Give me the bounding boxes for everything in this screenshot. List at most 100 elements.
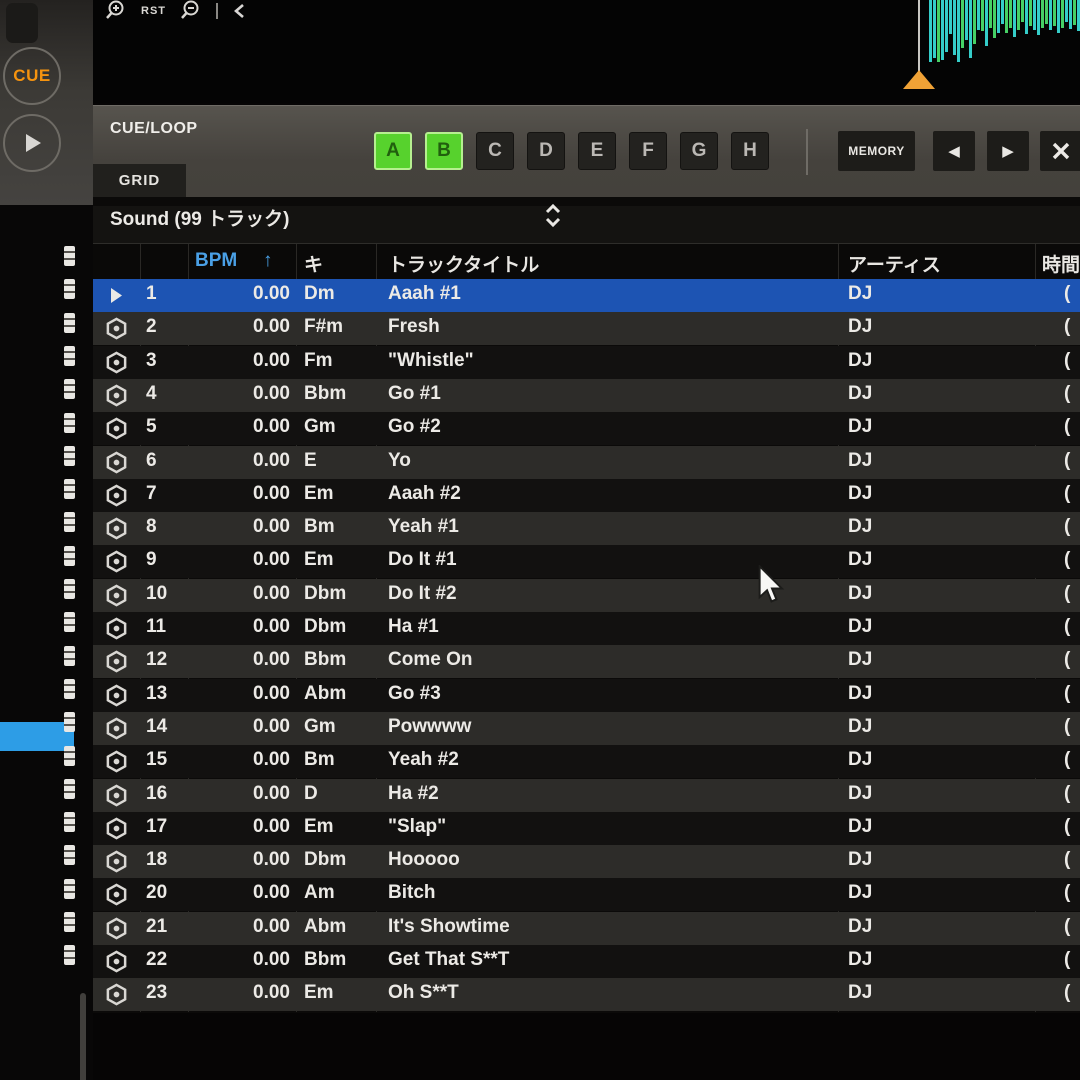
chevron-left-icon[interactable] <box>232 1 248 21</box>
tab-grid[interactable]: GRID <box>93 164 186 197</box>
track-bpm: 0.00 <box>193 949 290 971</box>
track-title: Yeah #1 <box>388 516 459 538</box>
panel-title: CUE/LOOP <box>110 120 198 138</box>
tree-item-handle <box>64 945 75 965</box>
track-row[interactable]: 21 0.00 Abm It's Showtime DJ ( <box>93 912 1080 945</box>
track-number: 20 <box>146 882 167 904</box>
track-time: ( <box>1064 283 1070 305</box>
track-row[interactable]: 5 0.00 Gm Go #2 DJ ( <box>93 412 1080 445</box>
tree-selection-bar[interactable] <box>0 722 74 751</box>
track-analyzed-icon <box>105 784 128 807</box>
track-row[interactable]: 4 0.00 Bbm Go #1 DJ ( <box>93 379 1080 412</box>
track-title: Yo <box>388 450 411 472</box>
zoom-out-icon[interactable] <box>180 0 202 22</box>
track-time: ( <box>1064 882 1070 904</box>
track-analyzed-icon <box>105 451 128 474</box>
track-key: Abm <box>304 683 346 705</box>
memory-button[interactable]: MEMORY <box>838 131 915 171</box>
track-number: 17 <box>146 816 167 838</box>
sort-toggle-icon[interactable] <box>543 202 563 230</box>
deck-knob[interactable] <box>6 3 38 43</box>
cue-button[interactable]: CUE <box>3 47 61 105</box>
column-header-bpm[interactable]: BPM <box>195 250 237 272</box>
column-header-key[interactable]: キ <box>304 250 323 277</box>
track-analyzed-icon <box>105 484 128 507</box>
track-artist: DJ <box>848 483 872 505</box>
hotcue-button-g[interactable]: G <box>680 132 718 170</box>
track-analyzed-icon <box>105 517 128 540</box>
track-analyzed-icon <box>105 584 128 607</box>
track-time: ( <box>1064 683 1070 705</box>
track-row[interactable]: 18 0.00 Dbm Hooooo DJ ( <box>93 845 1080 878</box>
hotcue-bank: ABCDEFGH <box>374 132 769 170</box>
zoom-reset-button[interactable]: RST <box>141 5 166 17</box>
hotcue-button-f[interactable]: F <box>629 132 667 170</box>
track-time: ( <box>1064 383 1070 405</box>
track-bpm: 0.00 <box>193 916 290 938</box>
hotcue-button-c[interactable]: C <box>476 132 514 170</box>
track-number: 18 <box>146 849 167 871</box>
track-artist: DJ <box>848 849 872 871</box>
track-row[interactable]: 20 0.00 Am Bitch DJ ( <box>93 878 1080 911</box>
track-time: ( <box>1064 916 1070 938</box>
prev-memory-button[interactable]: ◀ <box>933 131 975 171</box>
track-row[interactable]: 23 0.00 Em Oh S**T DJ ( <box>93 978 1080 1011</box>
track-row[interactable]: 6 0.00 E Yo DJ ( <box>93 446 1080 479</box>
tree-item-handle <box>64 746 75 766</box>
track-key: Em <box>304 982 334 1004</box>
track-number: 23 <box>146 982 167 1004</box>
close-button[interactable] <box>1040 131 1080 171</box>
next-memory-button[interactable]: ▶ <box>987 131 1029 171</box>
tree-item-handle <box>64 845 75 865</box>
track-time: ( <box>1064 516 1070 538</box>
track-row[interactable]: 3 0.00 Fm "Whistle" DJ ( <box>93 346 1080 379</box>
track-artist: DJ <box>848 616 872 638</box>
track-bpm: 0.00 <box>193 416 290 438</box>
track-time: ( <box>1064 316 1070 338</box>
track-row[interactable]: 13 0.00 Abm Go #3 DJ ( <box>93 679 1080 712</box>
track-row[interactable]: 8 0.00 Bm Yeah #1 DJ ( <box>93 512 1080 545</box>
column-header-time[interactable]: 時間 <box>1042 250 1080 277</box>
track-bpm: 0.00 <box>193 316 290 338</box>
track-row[interactable]: 2 0.00 F#m Fresh DJ ( <box>93 312 1080 345</box>
track-row[interactable]: 15 0.00 Bm Yeah #2 DJ ( <box>93 745 1080 778</box>
track-row[interactable]: 12 0.00 Bbm Come On DJ ( <box>93 645 1080 678</box>
track-row[interactable]: 7 0.00 Em Aaah #2 DJ ( <box>93 479 1080 512</box>
track-time: ( <box>1064 716 1070 738</box>
track-row[interactable]: 17 0.00 Em "Slap" DJ ( <box>93 812 1080 845</box>
track-key: Bbm <box>304 949 346 971</box>
track-row[interactable]: 10 0.00 Dbm Do It #2 DJ ( <box>93 579 1080 612</box>
hotcue-button-e[interactable]: E <box>578 132 616 170</box>
track-analyzed-icon <box>105 983 128 1006</box>
track-row[interactable]: 14 0.00 Gm Powwww DJ ( <box>93 712 1080 745</box>
hotcue-button-a[interactable]: A <box>374 132 412 170</box>
track-number: 9 <box>146 549 157 571</box>
waveform-preview[interactable] <box>929 0 1080 62</box>
play-button[interactable] <box>3 114 61 172</box>
track-row[interactable]: 1 0.00 Dm Aaah #1 DJ ( <box>93 279 1080 312</box>
track-key: Fm <box>304 350 333 372</box>
zoom-in-icon[interactable] <box>105 0 127 22</box>
track-row[interactable]: 22 0.00 Bbm Get That S**T DJ ( <box>93 945 1080 978</box>
track-number: 13 <box>146 683 167 705</box>
track-analyzed-icon <box>105 684 128 707</box>
hotcue-button-h[interactable]: H <box>731 132 769 170</box>
track-title: Go #3 <box>388 683 441 705</box>
hotcue-button-d[interactable]: D <box>527 132 565 170</box>
track-row[interactable]: 11 0.00 Dbm Ha #1 DJ ( <box>93 612 1080 645</box>
track-artist: DJ <box>848 283 872 305</box>
track-row[interactable]: 9 0.00 Em Do It #1 DJ ( <box>93 545 1080 578</box>
tree-item-handle <box>64 313 75 333</box>
track-artist: DJ <box>848 949 872 971</box>
track-row[interactable]: 16 0.00 D Ha #2 DJ ( <box>93 779 1080 812</box>
cue-loop-panel: CUE/LOOP ABCDEFGH MEMORY ◀ ▶ <box>93 105 1080 197</box>
track-number: 16 <box>146 783 167 805</box>
tree-scrollbar[interactable] <box>80 993 86 1080</box>
track-analyzed-icon <box>105 417 128 440</box>
table-header-row: BPM ↑ キ トラックタイトル アーティス 時間 <box>93 244 1080 279</box>
column-header-title[interactable]: トラックタイトル <box>388 250 539 277</box>
track-bpm: 0.00 <box>193 350 290 372</box>
hotcue-button-b[interactable]: B <box>425 132 463 170</box>
column-header-artist[interactable]: アーティス <box>848 250 941 277</box>
track-analyzed-icon <box>105 950 128 973</box>
